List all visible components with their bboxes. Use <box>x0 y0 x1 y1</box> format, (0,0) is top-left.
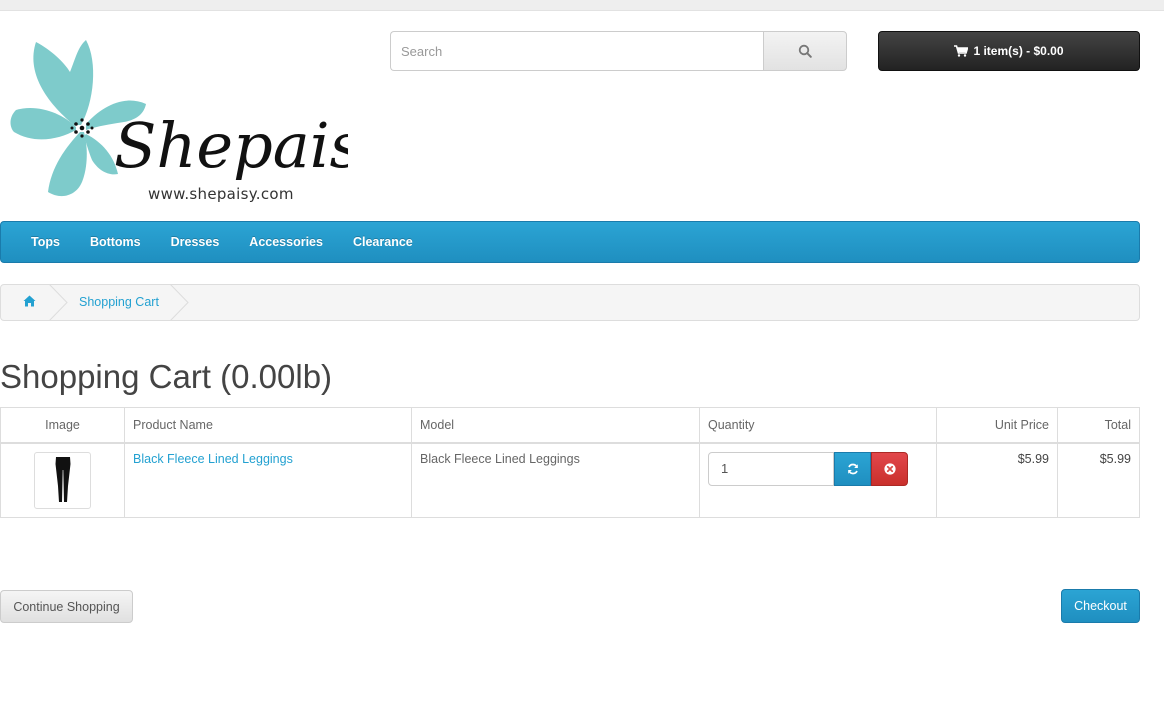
column-header-unit-price: Unit Price <box>936 407 1058 444</box>
cart-summary: 1 item(s) - $0.00 <box>973 44 1064 58</box>
remove-button[interactable] <box>871 451 908 486</box>
page-title: Shopping Cart (0.00lb) <box>0 358 333 395</box>
logo-flower-icon: Shepaisy <box>10 40 397 197</box>
cart-table: Image Product Name Model Quantity Unit P… <box>0 407 1140 518</box>
table-row: Black Fleece Lined Leggings Black Fleece… <box>0 442 1140 518</box>
cart-button[interactable]: 1 item(s) - $0.00 <box>878 31 1140 71</box>
leggings-image <box>55 457 70 502</box>
checkout-button[interactable]: Checkout <box>1061 589 1140 623</box>
unit-price: $5.99 <box>1017 451 1049 466</box>
column-header-quantity: Quantity <box>699 407 937 444</box>
store-logo[interactable]: Shepaisy <box>6 32 397 206</box>
quantity-group <box>708 451 908 486</box>
line-total: $5.99 <box>1099 451 1131 466</box>
search-input[interactable] <box>390 31 763 71</box>
product-name-link[interactable]: Black Fleece Lined Leggings <box>133 452 293 466</box>
breadcrumb-separator <box>169 284 189 321</box>
breadcrumb-separator <box>48 284 68 321</box>
search-icon <box>798 44 812 58</box>
main-menu: Tops Bottoms Dresses Accessories Clearan… <box>0 221 1140 263</box>
shopping-cart-icon <box>954 45 969 57</box>
logo-url: www.shepaisy.com <box>148 185 294 203</box>
column-header-model: Model <box>411 407 700 444</box>
refresh-icon <box>847 463 858 474</box>
top-strip <box>0 0 1164 11</box>
continue-shopping-button[interactable]: Continue Shopping <box>0 590 133 623</box>
search-button[interactable] <box>763 31 847 71</box>
menu-item-clearance[interactable]: Clearance <box>338 221 428 263</box>
menu-item-accessories[interactable]: Accessories <box>234 221 338 263</box>
update-button[interactable] <box>834 451 871 486</box>
times-circle-icon <box>883 462 896 475</box>
quantity-input[interactable] <box>708 451 834 486</box>
breadcrumb-home[interactable] <box>23 295 36 310</box>
column-header-product-name: Product Name <box>124 407 412 444</box>
menu-item-tops[interactable]: Tops <box>16 221 75 263</box>
breadcrumb-shopping-cart[interactable]: Shopping Cart <box>79 285 159 320</box>
column-header-image: Image <box>0 407 125 444</box>
product-model: Black Fleece Lined Leggings <box>411 442 700 518</box>
breadcrumb: Shopping Cart <box>0 284 1140 321</box>
column-header-total: Total <box>1057 407 1140 444</box>
logo-wordmark: Shepaisy <box>114 109 348 182</box>
menu-item-bottoms[interactable]: Bottoms <box>75 221 156 263</box>
product-thumbnail[interactable] <box>34 451 91 509</box>
search-bar <box>390 31 847 71</box>
menu-item-dresses[interactable]: Dresses <box>156 221 235 263</box>
home-icon <box>23 295 36 307</box>
